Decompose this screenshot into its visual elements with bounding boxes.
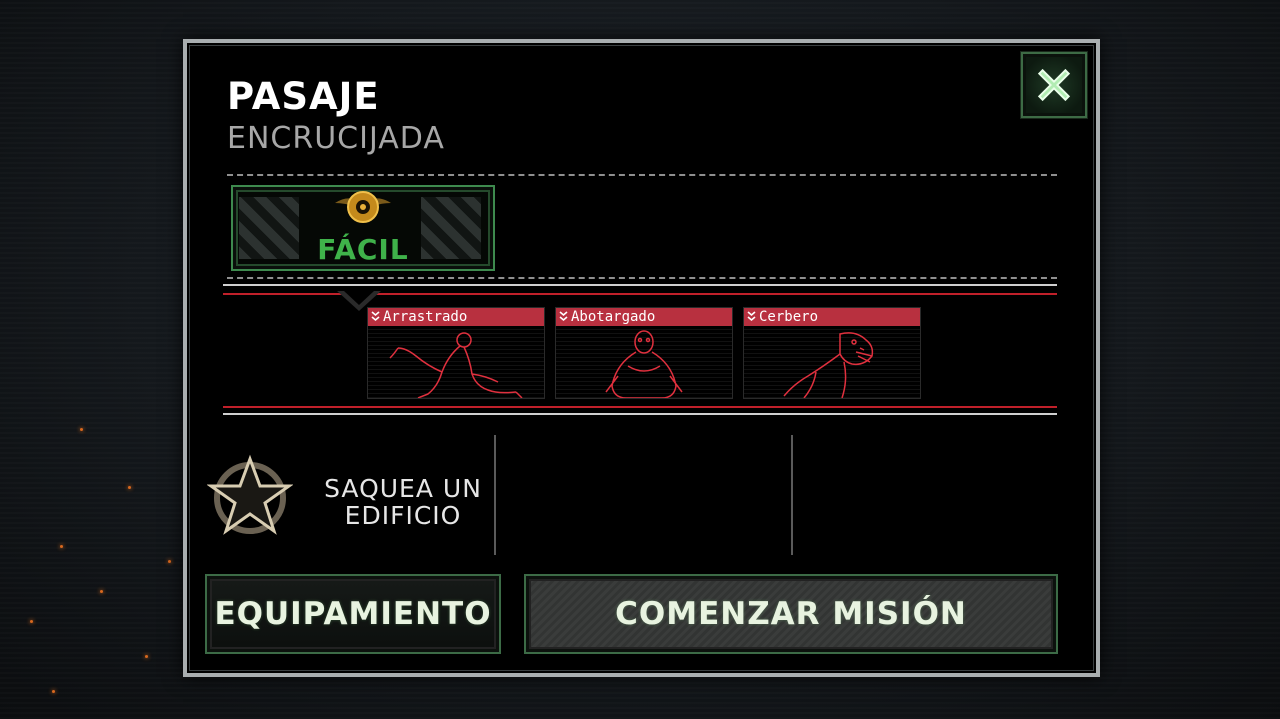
objective-text: SAQUEA UN EDIFICIO (313, 475, 493, 529)
winged-emblem-icon (335, 191, 391, 223)
difficulty-pointer (344, 291, 374, 305)
enemy-card-arrastrado[interactable]: Arrastrado (367, 307, 545, 399)
ember-particle (80, 428, 83, 431)
ember-particle (30, 620, 33, 623)
objective-line: SAQUEA UN (324, 474, 482, 503)
star-badge-icon (207, 454, 293, 535)
close-x-icon (1037, 68, 1071, 102)
crawler-zombie-icon (389, 332, 523, 398)
double-chevron-icon (370, 308, 380, 326)
ember-particle (128, 486, 131, 489)
enemy-card-abotargado[interactable]: Abotargado (555, 307, 733, 399)
ember-particle (168, 560, 171, 563)
divider (223, 413, 1057, 415)
enemy-card-cerbero[interactable]: Cerbero (743, 307, 921, 399)
ember-particle (52, 690, 55, 693)
objective-line: EDIFICIO (344, 501, 462, 530)
enemy-header: Cerbero (744, 308, 920, 326)
enemy-header: Abotargado (556, 308, 732, 326)
double-chevron-icon (746, 308, 756, 326)
ember-particle (60, 545, 63, 548)
equipment-button[interactable]: EQUIPAMIENTO (205, 574, 501, 654)
ember-particle (100, 590, 103, 593)
difficulty-selector[interactable]: FÁCIL (231, 185, 495, 271)
enemy-name: Arrastrado (383, 309, 468, 325)
enemy-name: Abotargado (571, 309, 656, 325)
enemy-header: Arrastrado (368, 308, 544, 326)
bloater-zombie-icon (605, 330, 683, 398)
enemy-name: Cerbero (759, 309, 819, 325)
objective-divider (791, 435, 793, 555)
zombie-dog-icon (783, 332, 874, 398)
objective-divider (494, 435, 496, 555)
ember-particle (145, 655, 148, 658)
divider (227, 174, 1057, 176)
mission-title: PASAJE (227, 75, 380, 118)
close-button[interactable] (1021, 52, 1087, 118)
enemies-bottom-line (223, 406, 1057, 408)
difficulty-label: FÁCIL (317, 233, 409, 266)
mission-subtitle: ENCRUCIJADA (227, 121, 445, 156)
mission-dialog: PASAJE ENCRUCIJADA FÁCIL Arrastrado Abot… (183, 39, 1100, 677)
double-chevron-icon (558, 308, 568, 326)
divider (223, 284, 1057, 286)
divider (227, 277, 1057, 279)
objective-slot: SAQUEA UN EDIFICIO (207, 453, 487, 539)
start-mission-button[interactable]: COMENZAR MISIÓN (524, 574, 1058, 654)
